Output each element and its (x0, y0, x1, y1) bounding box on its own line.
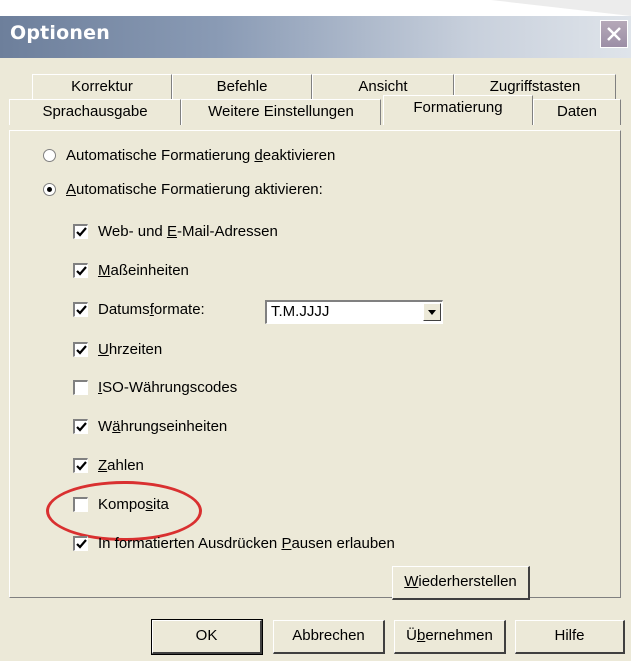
checkbox-zahlen[interactable]: Zahlen (73, 457, 144, 474)
help-button[interactable]: Hilfe (515, 620, 625, 654)
checkbox[interactable] (73, 224, 88, 239)
apply-button[interactable]: Übernehmen (394, 620, 506, 654)
checkbox-waehrungseinheiten[interactable]: Währungseinheiten (73, 418, 227, 435)
tab-label: Weitere Einstellungen (208, 103, 354, 120)
tab-label: Ansicht (358, 78, 408, 95)
option-label: Web- und E-Mail-Adressen (98, 223, 278, 240)
cancel-button[interactable]: Abbrechen (273, 620, 385, 654)
button-label: Übernehmen (406, 627, 493, 644)
checkmark-icon (76, 461, 87, 471)
option-label: Maßeinheiten (98, 262, 189, 279)
tab-label: Korrektur (71, 78, 133, 95)
tab-befehle[interactable]: Befehle (172, 74, 312, 100)
checkmark-icon (76, 539, 87, 549)
tab-weitere-einstellungen[interactable]: Weitere Einstellungen (181, 99, 381, 125)
options-dialog: Optionen Korrektur Befehle Ansicht Zugri… (0, 0, 631, 661)
option-label: In formatierten Ausdrücken Pausen erlaub… (98, 535, 395, 552)
radio-button-selected[interactable] (43, 183, 56, 196)
button-label: Abbrechen (292, 627, 365, 644)
tab-label: Befehle (216, 78, 268, 95)
checkbox-masseinheiten[interactable]: Maßeinheiten (73, 262, 189, 279)
tab-daten[interactable]: Daten (533, 99, 621, 125)
option-label: Währungseinheiten (98, 418, 228, 435)
option-label: Zahlen (98, 457, 144, 474)
checkbox[interactable] (73, 302, 88, 317)
checkbox-uhrzeiten[interactable]: Uhrzeiten (73, 341, 162, 358)
ok-button[interactable]: OK (151, 619, 263, 655)
checkbox[interactable] (73, 419, 88, 434)
checkmark-icon (76, 305, 87, 315)
tab-sprachausgabe[interactable]: Sprachausgabe (9, 99, 181, 125)
option-label: Automatische Formatierung deaktivieren (66, 147, 336, 164)
radio-disable-autoformat[interactable]: Automatische Formatierung deaktivieren (43, 147, 335, 164)
title-bar[interactable]: Optionen (0, 16, 631, 58)
tab-label: Zugriffstasten (489, 78, 581, 95)
tab-row-front: Sprachausgabe Weitere Einstellungen Form… (9, 95, 621, 125)
date-format-value: T.M.JJJJ (271, 303, 330, 320)
checkmark-icon (76, 345, 87, 355)
radio-button[interactable] (43, 149, 56, 162)
option-label: ISO-Währungscodes (98, 379, 238, 396)
checkmark-icon (76, 422, 87, 432)
highlight-ellipse (46, 481, 202, 541)
page-top-margin (0, 0, 631, 16)
tab-label: Sprachausgabe (42, 103, 148, 120)
checkbox[interactable] (73, 263, 88, 278)
tab-label: Daten (556, 103, 598, 120)
tab-korrektur[interactable]: Korrektur (32, 74, 172, 100)
radio-enable-autoformat[interactable]: Automatische Formatierung aktivieren: (43, 181, 323, 198)
button-label: OK (195, 627, 218, 644)
restore-button[interactable]: Wiederherstellen (392, 566, 530, 600)
button-label: Wiederherstellen (404, 573, 517, 590)
checkbox-datumsformate[interactable]: Datumsformate: (73, 301, 205, 318)
chevron-down-icon[interactable] (423, 303, 441, 321)
checkmark-icon (76, 227, 87, 237)
tab-label: Formatierung (413, 99, 503, 116)
checkbox-iso-waehrungscodes[interactable]: ISO-Währungscodes (73, 379, 237, 396)
button-label: Hilfe (554, 627, 585, 644)
checkbox[interactable] (73, 458, 88, 473)
checkbox-web-email[interactable]: Web- und E-Mail-Adressen (73, 223, 278, 240)
close-button[interactable] (600, 20, 628, 48)
window-title: Optionen (10, 22, 110, 44)
checkbox[interactable] (73, 536, 88, 551)
date-format-select[interactable]: T.M.JJJJ (265, 300, 443, 324)
checkbox[interactable] (73, 380, 88, 395)
checkbox[interactable] (73, 342, 88, 357)
close-icon (607, 27, 621, 41)
checkmark-icon (76, 266, 87, 276)
option-label: Uhrzeiten (98, 341, 163, 358)
option-label: Automatische Formatierung aktivieren: (66, 181, 323, 198)
option-label: Datumsformate: (98, 301, 205, 318)
checkbox-pausen-erlauben[interactable]: In formatierten Ausdrücken Pausen erlaub… (73, 535, 395, 552)
tab-formatierung[interactable]: Formatierung (383, 95, 533, 125)
